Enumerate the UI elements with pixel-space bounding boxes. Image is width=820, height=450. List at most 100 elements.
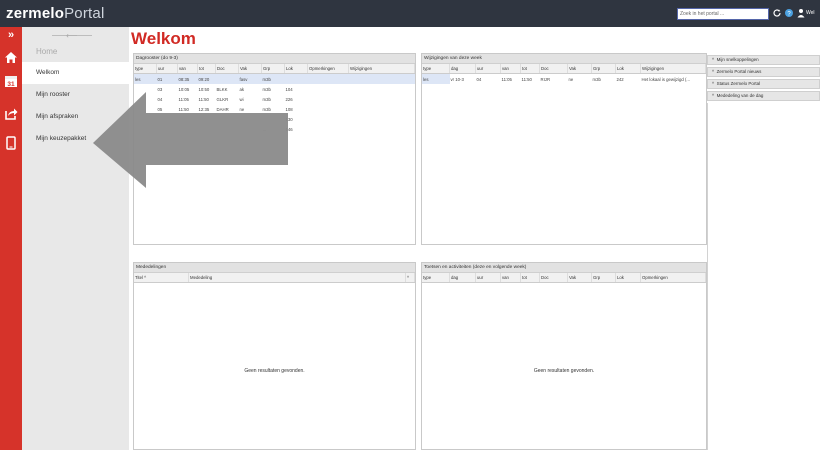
column-header[interactable]: Wijzigingen xyxy=(348,64,415,74)
column-header[interactable]: Opmerkingen xyxy=(640,273,706,283)
cell: 11:50 xyxy=(178,106,189,112)
cell: m3b xyxy=(262,86,271,92)
cell xyxy=(157,114,178,124)
column-header[interactable]: Lok xyxy=(284,64,308,74)
nav-item-mijn-keuzepakket[interactable]: Mijn keuzepakket xyxy=(22,128,129,150)
column-header[interactable]: dag xyxy=(449,64,476,74)
column-header[interactable]: van xyxy=(500,273,521,283)
cell xyxy=(134,94,157,104)
accordion-zermelo-portal-nieuws[interactable]: ^ Zermelo Portal nieuws xyxy=(707,67,820,77)
column-header[interactable]: van xyxy=(177,64,198,74)
table-row[interactable]: ... 146 xyxy=(134,124,415,134)
cell: 242 xyxy=(616,76,624,82)
cell: 04 xyxy=(476,76,482,82)
column-header[interactable]: tot xyxy=(520,64,540,74)
home-icon[interactable] xyxy=(3,49,19,65)
column-header[interactable]: dag xyxy=(449,273,476,283)
column-header[interactable]: Opmerkingen xyxy=(307,64,349,74)
app-logo[interactable]: zermeloPortal xyxy=(6,5,104,22)
cell xyxy=(198,124,216,134)
table-row[interactable]: les 01 08:35 09:20 fasv m3b xyxy=(134,73,415,84)
column-header[interactable]: type xyxy=(422,273,450,283)
search-input[interactable] xyxy=(677,8,769,20)
column-header[interactable]: Lok xyxy=(615,273,641,283)
column-header[interactable]: Lok xyxy=(615,64,641,74)
column-header[interactable]: Vak xyxy=(567,273,592,283)
nav-home[interactable]: Home xyxy=(36,47,57,56)
side-navigation: ⟵ Home Welkom Mijn rooster Mijn afsprake… xyxy=(22,27,129,450)
cell: ak xyxy=(239,86,245,92)
cell xyxy=(134,84,157,94)
sort-caret-icon[interactable]: ^ xyxy=(405,273,415,283)
collapse-caret-icon: ^ xyxy=(712,57,715,62)
cell: BLKK xyxy=(216,86,228,92)
table-row[interactable]: 130 xyxy=(134,114,415,124)
nav-item-mijn-afspraken[interactable]: Mijn afspraken xyxy=(22,106,129,128)
column-header[interactable]: Wijzigingen xyxy=(640,64,706,74)
column-header[interactable]: Vak xyxy=(567,64,592,74)
user-name[interactable]: Wel xyxy=(806,10,815,16)
cell xyxy=(307,73,349,84)
column-header[interactable]: tot xyxy=(520,273,540,283)
cell: 10:50 xyxy=(198,86,210,92)
table-header: type uur van tot Doc Vak Grp Lok Opmerki… xyxy=(134,64,415,74)
share-icon[interactable] xyxy=(3,105,19,121)
column-header[interactable]: Grp xyxy=(591,64,616,74)
cell xyxy=(178,124,198,134)
column-header[interactable]: Doc xyxy=(215,64,239,74)
accordion-label: Mijn snelkoppelingen xyxy=(716,57,759,62)
mobile-icon[interactable] xyxy=(3,135,19,151)
cell xyxy=(239,114,262,124)
cell xyxy=(308,114,349,124)
cell xyxy=(134,104,157,114)
refresh-icon[interactable] xyxy=(772,8,782,18)
user-icon[interactable] xyxy=(796,8,806,18)
table-row[interactable]: les vr 10-3 04 11:05 11:50 RIJR ne m3b 242 Het lo… xyxy=(422,73,706,84)
top-bar: zermeloPortal ? Wel xyxy=(0,0,820,27)
column-header[interactable]: Grp xyxy=(261,64,285,74)
empty-message: Geen resultaten gevonden. xyxy=(244,368,305,374)
column-header[interactable]: uur xyxy=(156,64,178,74)
table-row[interactable]: 03 10:05 10:50 BLKK ak m3b 104 xyxy=(134,84,415,94)
accordion-mededeling-van-de-dag[interactable]: ^ Mededeling van de dag xyxy=(707,91,820,101)
empty-message: Geen resultaten gevonden. xyxy=(533,368,595,374)
cell: ne xyxy=(568,76,574,82)
nav-item-mijn-rooster[interactable]: Mijn rooster xyxy=(22,84,129,106)
cell xyxy=(134,124,157,134)
column-header[interactable]: Grp xyxy=(591,273,616,283)
accordion-label: Mededeling van de dag xyxy=(716,93,764,98)
help-icon[interactable]: ? xyxy=(784,8,794,18)
cell xyxy=(216,124,239,134)
accordion-label: Status Zermelo Portal xyxy=(716,81,761,86)
calendar-icon[interactable]: 31 xyxy=(3,73,19,89)
accordion-mijn-snelkoppelingen[interactable]: ^ Mijn snelkoppelingen xyxy=(707,55,820,65)
column-header[interactable]: Titel ^ xyxy=(134,273,189,283)
cell: RIJR xyxy=(540,76,551,82)
table-row[interactable]: 05 11:50 12:35 DAHR ne m3b 108 xyxy=(134,104,415,114)
cell xyxy=(284,73,308,84)
column-header[interactable]: Mededeling xyxy=(188,273,406,283)
cell xyxy=(308,84,349,94)
panel-title: Dagrooster (do 9-3) xyxy=(134,54,415,64)
column-header[interactable]: tot xyxy=(197,64,216,74)
table-header: type dag uur van tot Doc Vak Grp Lok Wij… xyxy=(422,64,706,74)
cell: ne xyxy=(239,106,245,112)
cell: 104 xyxy=(285,86,293,92)
expand-menu-icon[interactable]: » xyxy=(3,27,19,43)
column-header[interactable]: uur xyxy=(475,273,501,283)
accordion-label: Zermelo Portal nieuws xyxy=(716,69,762,74)
column-header[interactable]: type xyxy=(134,64,157,74)
column-header[interactable]: type xyxy=(422,64,450,74)
accordion-status-zermelo-portal[interactable]: ^ Status Zermelo Portal xyxy=(707,79,820,89)
nav-item-welkom[interactable]: Welkom xyxy=(22,62,129,84)
back-arrow-icon[interactable]: ⟵ xyxy=(66,31,77,40)
logo-text-light: Portal xyxy=(64,5,105,22)
column-header[interactable]: uur xyxy=(475,64,501,74)
column-header[interactable]: Vak xyxy=(238,64,262,74)
table-row[interactable]: 04 11:05 11:50 GLKR wi m3b 226 xyxy=(134,94,415,104)
column-header[interactable]: Doc xyxy=(539,273,568,283)
cell xyxy=(157,124,178,134)
column-header[interactable]: Doc xyxy=(539,64,568,74)
column-header[interactable]: van xyxy=(500,64,521,74)
table-header: type dag uur van tot Doc Vak Grp Lok Opm… xyxy=(422,273,706,283)
